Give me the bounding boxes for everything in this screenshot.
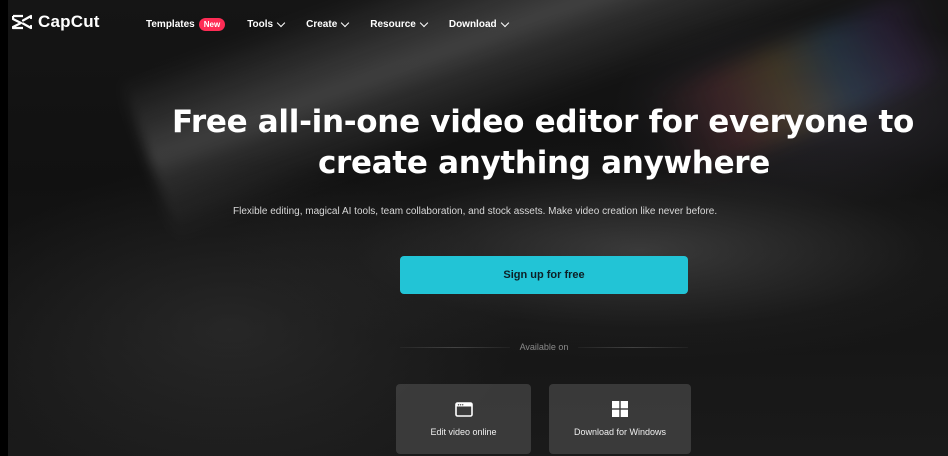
platform-label: Download for Windows — [573, 427, 667, 437]
nav-item-download[interactable]: Download — [448, 18, 509, 30]
new-badge: New — [198, 18, 226, 31]
available-on-divider: Available on — [400, 340, 688, 354]
nav-menu: Templates New Tools Create Resource Down… — [146, 18, 530, 31]
nav-item-label: Create — [306, 19, 338, 30]
nav-item-create[interactable]: Create — [306, 18, 350, 30]
browser-window-icon — [454, 401, 473, 417]
chevron-down-icon — [500, 18, 509, 28]
hero-title-line-2: create anything anywhere — [317, 145, 771, 181]
chevron-down-icon — [419, 18, 429, 28]
chevron-down-icon — [276, 18, 286, 28]
capcut-landing-page: CapCut Templates New Tools Create Resour… — [0, 0, 948, 456]
nav-item-resource[interactable]: Resource — [370, 18, 429, 30]
windows-logo-icon — [612, 401, 628, 417]
nav-item-templates[interactable]: Templates New — [146, 18, 226, 31]
capcut-logo-icon — [12, 14, 32, 30]
window-left-edge — [0, 0, 8, 456]
divider-line-right — [578, 346, 688, 348]
hero-title-line-1: Free all-in-one video editor for everyon… — [171, 104, 914, 140]
nav-item-label: Resource — [370, 19, 416, 30]
divider-line-left — [400, 346, 510, 348]
hero-title: Free all-in-one video editor for everyon… — [0, 102, 948, 184]
sign-up-button[interactable]: Sign up for free — [400, 256, 688, 294]
download-for-windows-button[interactable]: Download for Windows — [549, 384, 691, 454]
nav-item-label: Download — [448, 19, 497, 30]
top-navigation: CapCut Templates New Tools Create Resour… — [0, 0, 948, 50]
edit-video-online-button[interactable]: Edit video online — [396, 384, 531, 454]
hero-subtitle: Flexible editing, magical AI tools, team… — [233, 206, 718, 217]
available-on-label: Available on — [519, 342, 569, 352]
nav-item-label: Templates — [146, 19, 195, 30]
platform-label: Edit video online — [430, 426, 497, 437]
nav-item-label: Tools — [247, 19, 274, 30]
brand-name: CapCut — [38, 12, 100, 31]
capcut-logo[interactable]: CapCut — [12, 12, 100, 32]
nav-item-tools[interactable]: Tools — [247, 18, 286, 30]
chevron-down-icon — [341, 18, 350, 28]
